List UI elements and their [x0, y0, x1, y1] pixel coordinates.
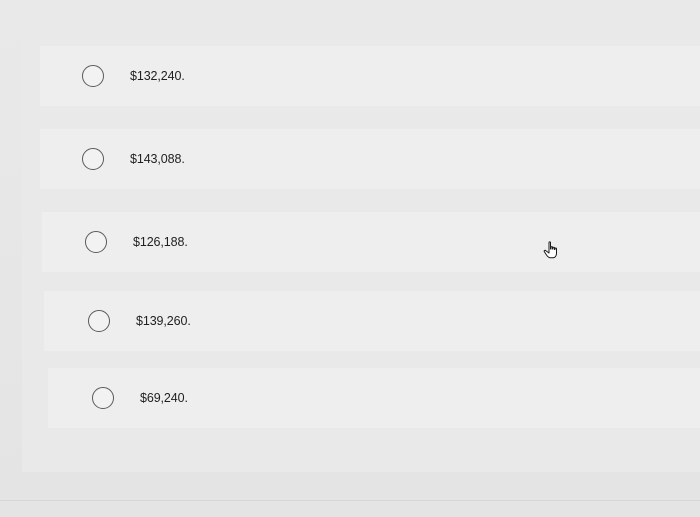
- answer-option-2[interactable]: $143,088.: [40, 129, 700, 189]
- answer-option-5[interactable]: $69,240.: [48, 368, 700, 428]
- radio-button-icon[interactable]: [92, 387, 114, 409]
- answer-options-panel: $132,240. $143,088. $126,188. $139,260. …: [22, 10, 700, 472]
- radio-button-icon[interactable]: [85, 231, 107, 253]
- answer-option-label: $132,240.: [130, 69, 185, 83]
- radio-button-icon[interactable]: [82, 148, 104, 170]
- answer-option-1[interactable]: $132,240.: [40, 46, 700, 106]
- answer-option-label: $143,088.: [130, 152, 185, 166]
- answer-option-label: $126,188.: [133, 235, 188, 249]
- radio-button-icon[interactable]: [88, 310, 110, 332]
- answer-option-4[interactable]: $139,260.: [44, 291, 700, 351]
- hand-pointer-icon: [543, 241, 557, 259]
- answer-option-3[interactable]: $126,188.: [42, 212, 700, 272]
- answer-option-label: $69,240.: [140, 391, 188, 405]
- answer-option-label: $139,260.: [136, 314, 191, 328]
- radio-button-icon[interactable]: [82, 65, 104, 87]
- divider: [0, 500, 700, 501]
- question-page: $132,240. $143,088. $126,188. $139,260. …: [0, 0, 700, 517]
